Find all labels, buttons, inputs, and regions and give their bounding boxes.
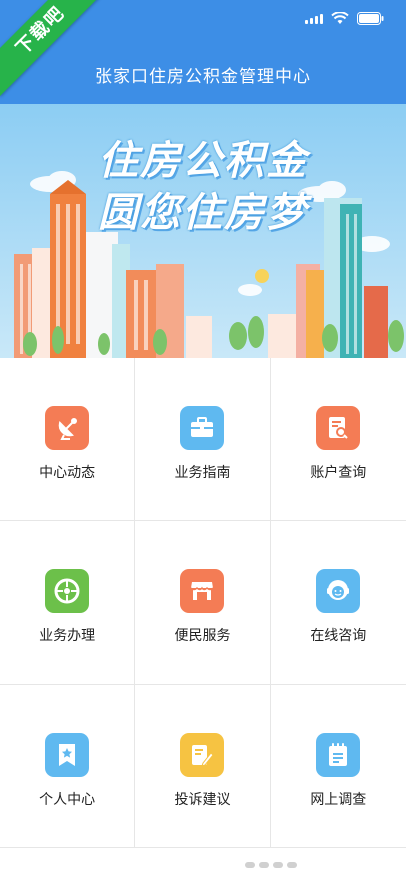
bottom-bar (0, 848, 406, 883)
document-search-icon (316, 406, 361, 450)
signal-icon (305, 13, 323, 24)
storefront-icon (180, 569, 225, 614)
menu-item-online-survey[interactable]: 网上调查 (270, 685, 406, 848)
menu-item-business-guide[interactable]: 业务指南 (135, 358, 271, 522)
menu-item-personal-center[interactable]: 个人中心 (0, 684, 136, 848)
menu-item-center-news[interactable]: 中心动态 (0, 358, 136, 522)
menu-item-label: 在线咨询 (310, 628, 367, 645)
banner: 住房公积金 圆您住房梦 (0, 104, 406, 358)
satellite-dish-icon (45, 406, 90, 450)
survey-notebook-icon (316, 732, 361, 777)
bookmark-icon (45, 732, 90, 777)
banner-slogan-line1: 住房公积金 (98, 138, 308, 184)
menu-item-label: 个人中心 (39, 791, 96, 808)
target-icon (45, 569, 90, 614)
menu-item-label: 网上调查 (310, 791, 367, 808)
menu-item-label: 中心动态 (39, 465, 96, 481)
battery-icon (357, 12, 384, 25)
page-title: 张家口住房公积金管理中心 (95, 67, 311, 87)
edit-icon (180, 732, 225, 777)
briefcase-icon (180, 406, 225, 450)
menu-item-label: 投诉建议 (174, 791, 231, 808)
nav-bar: 张家口住房公积金管理中心 (0, 44, 406, 104)
scroll-indicator (245, 862, 297, 868)
menu-item-label: 便民服务 (174, 628, 231, 645)
menu-item-label: 业务办理 (39, 628, 96, 645)
menu-item-convenience-service[interactable]: 便民服务 (135, 521, 271, 685)
banner-slogan-line2: 圆您住房梦 (98, 190, 308, 236)
menu-item-online-consult[interactable]: 在线咨询 (270, 521, 406, 685)
menu-item-label: 账户查询 (310, 465, 367, 481)
menu-item-account-query[interactable]: 账户查询 (270, 358, 406, 522)
menu-item-business-handling[interactable]: 业务办理 (0, 521, 136, 685)
wifi-icon (331, 12, 349, 24)
menu-item-label: 业务指南 (174, 465, 231, 481)
customer-service-icon (316, 569, 361, 614)
menu-item-complaint-suggestion[interactable]: 投诉建议 (135, 684, 271, 848)
menu-grid: 中心动态 业务指南 账户查询 业务办理 便民服务 在线咨询 个人中心 投诉建议 … (0, 358, 406, 848)
